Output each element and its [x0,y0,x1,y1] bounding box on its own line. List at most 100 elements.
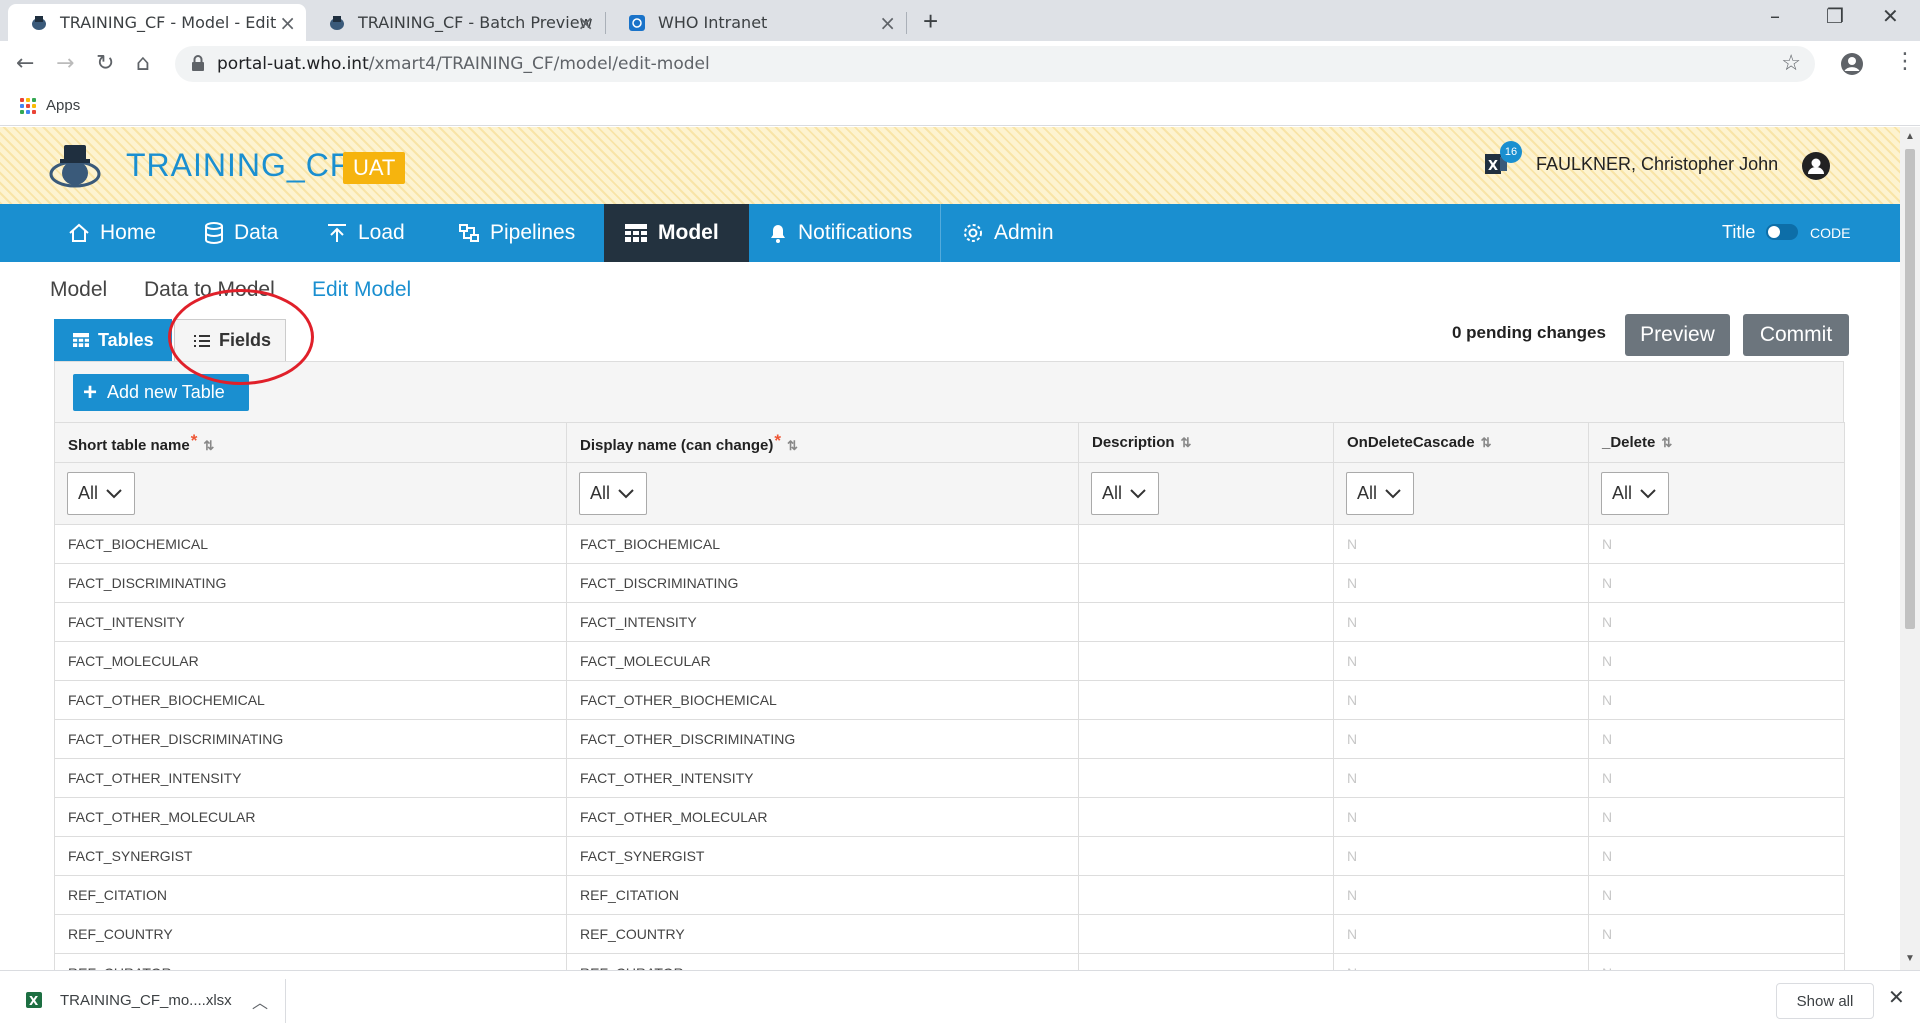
cell-description[interactable] [1078,680,1334,720]
commit-button[interactable]: Commit [1743,314,1849,356]
cell-delete[interactable]: N [1588,602,1845,642]
apps-grid-icon[interactable] [20,98,36,114]
address-bar[interactable]: portal-uat.who.int/xmart4/TRAINING_CF/mo… [175,46,1815,82]
table-row[interactable]: FACT_BIOCHEMICAL FACT_BIOCHEMICAL N N [54,524,1845,564]
cell-short-name[interactable]: REF_COUNTRY [54,914,567,954]
cell-description[interactable] [1078,797,1334,837]
browser-tab-model-edit[interactable]: TRAINING_CF - Model - Edit × [8,4,306,41]
cell-on-delete-cascade[interactable]: N [1333,797,1589,837]
cell-description[interactable] [1078,914,1334,954]
cell-on-delete-cascade[interactable]: N [1333,719,1589,759]
nav-model[interactable]: Model [604,204,749,262]
scrollbar-thumb[interactable] [1905,149,1915,629]
table-row[interactable]: REF_CITATION REF_CITATION N N [54,875,1845,915]
cell-description[interactable] [1078,953,1334,970]
nav-home[interactable]: Home [68,204,156,262]
browser-tab-who-intranet[interactable]: WHO Intranet × [606,4,906,41]
browser-tab-batch-preview[interactable]: TRAINING_CF - Batch Preview × [306,4,604,41]
cell-display-name[interactable]: FACT_OTHER_MOLECULAR [566,797,1079,837]
filter-select-display-name[interactable]: All [579,472,647,515]
close-tab-icon[interactable]: × [279,11,296,35]
cell-description[interactable] [1078,875,1334,915]
cell-description[interactable] [1078,602,1334,642]
column-header-short-name[interactable]: Short table name* ⇅ [54,422,567,463]
new-tab-icon[interactable]: + [923,6,938,37]
browser-menu-icon[interactable]: ⋮ [1894,49,1916,74]
cell-on-delete-cascade[interactable]: N [1333,914,1589,954]
sort-icon[interactable]: ⇅ [787,438,798,453]
cell-on-delete-cascade[interactable]: N [1333,563,1589,603]
cell-short-name[interactable]: FACT_DISCRIMINATING [54,563,567,603]
chevron-up-icon[interactable]: ︿ [252,989,268,1013]
cell-display-name[interactable]: FACT_MOLECULAR [566,641,1079,681]
cell-short-name[interactable]: REF_CURATOR [54,953,567,970]
sort-icon[interactable]: ⇅ [1661,435,1672,450]
download-file-name[interactable]: TRAINING_CF_mo....xlsx [60,992,232,1009]
minimize-icon[interactable]: – [1770,4,1780,28]
title-code-toggle[interactable] [1766,224,1798,240]
close-download-bar-icon[interactable]: ✕ [1888,985,1905,1010]
cell-delete[interactable]: N [1588,953,1845,970]
table-row[interactable]: FACT_OTHER_DISCRIMINATING FACT_OTHER_DISC… [54,719,1845,759]
cell-short-name[interactable]: FACT_INTENSITY [54,602,567,642]
table-row[interactable]: FACT_OTHER_INTENSITY FACT_OTHER_INTENSITY… [54,758,1845,798]
cell-short-name[interactable]: FACT_BIOCHEMICAL [54,524,567,564]
page-scrollbar[interactable]: ▲ ▼ [1900,127,1920,970]
table-row[interactable]: FACT_DISCRIMINATING FACT_DISCRIMINATING N N [54,563,1845,603]
table-row[interactable]: FACT_INTENSITY FACT_INTENSITY N N [54,602,1845,642]
breadcrumb-data-to-model[interactable]: Data to Model [144,278,275,302]
cell-display-name[interactable]: FACT_SYNERGIST [566,836,1079,876]
column-header-delete[interactable]: _Delete ⇅ [1588,422,1845,463]
forward-arrow-icon[interactable]: → [56,51,74,76]
table-row[interactable]: FACT_OTHER_MOLECULAR FACT_OTHER_MOLECULAR… [54,797,1845,837]
cell-delete[interactable]: N [1588,758,1845,798]
filter-select-description[interactable]: All [1091,472,1159,515]
show-all-button[interactable]: Show all [1776,983,1874,1019]
cell-on-delete-cascade[interactable]: N [1333,602,1589,642]
user-name[interactable]: FAULKNER, Christopher John [1536,154,1778,175]
tab-fields[interactable]: Fields [174,319,286,361]
cell-short-name[interactable]: FACT_OTHER_DISCRIMINATING [54,719,567,759]
back-arrow-icon[interactable]: ← [16,51,34,76]
cell-on-delete-cascade[interactable]: N [1333,524,1589,564]
add-new-table-button[interactable]: + Add new Table [73,374,249,411]
cell-description[interactable] [1078,719,1334,759]
cell-short-name[interactable]: FACT_MOLECULAR [54,641,567,681]
filter-select-delete[interactable]: All [1601,472,1669,515]
cell-display-name[interactable]: REF_COUNTRY [566,914,1079,954]
cell-display-name[interactable]: FACT_OTHER_INTENSITY [566,758,1079,798]
filter-select-short-name[interactable]: All [67,472,135,515]
scroll-down-icon[interactable]: ▼ [1905,953,1915,964]
cell-display-name[interactable]: FACT_OTHER_BIOCHEMICAL [566,680,1079,720]
cell-delete[interactable]: N [1588,563,1845,603]
cell-display-name[interactable]: REF_CITATION [566,875,1079,915]
cell-display-name[interactable]: FACT_DISCRIMINATING [566,563,1079,603]
column-header-display-name[interactable]: Display name (can change)* ⇅ [566,422,1079,463]
nav-load[interactable]: Load [326,204,405,262]
cell-display-name[interactable]: FACT_INTENSITY [566,602,1079,642]
nav-data[interactable]: Data [204,204,278,262]
cell-delete[interactable]: N [1588,524,1845,564]
maximize-icon[interactable]: ❐ [1826,4,1844,28]
tab-tables[interactable]: Tables [54,319,172,361]
close-tab-icon[interactable]: × [577,11,594,35]
breadcrumb-model[interactable]: Model [50,278,107,302]
reload-icon[interactable]: ↻ [96,51,114,76]
cell-delete[interactable]: N [1588,797,1845,837]
table-row[interactable]: FACT_MOLECULAR FACT_MOLECULAR N N [54,641,1845,681]
column-header-on-delete-cascade[interactable]: OnDeleteCascade ⇅ [1333,422,1589,463]
cell-on-delete-cascade[interactable]: N [1333,680,1589,720]
cell-short-name[interactable]: FACT_OTHER_MOLECULAR [54,797,567,837]
filter-select-on-delete-cascade[interactable]: All [1346,472,1414,515]
home-page-icon[interactable]: ⌂ [136,51,150,76]
sort-icon[interactable]: ⇅ [1181,435,1192,450]
apps-bookmark[interactable]: Apps [46,97,80,114]
cell-display-name[interactable]: FACT_OTHER_DISCRIMINATING [566,719,1079,759]
cell-delete[interactable]: N [1588,719,1845,759]
cell-on-delete-cascade[interactable]: N [1333,641,1589,681]
preview-button[interactable]: Preview [1625,314,1730,356]
table-row[interactable]: FACT_SYNERGIST FACT_SYNERGIST N N [54,836,1845,876]
cell-short-name[interactable]: FACT_SYNERGIST [54,836,567,876]
table-row[interactable]: REF_CURATORREF_CURATOR NN [54,953,1845,970]
cell-on-delete-cascade[interactable]: N [1333,953,1589,970]
